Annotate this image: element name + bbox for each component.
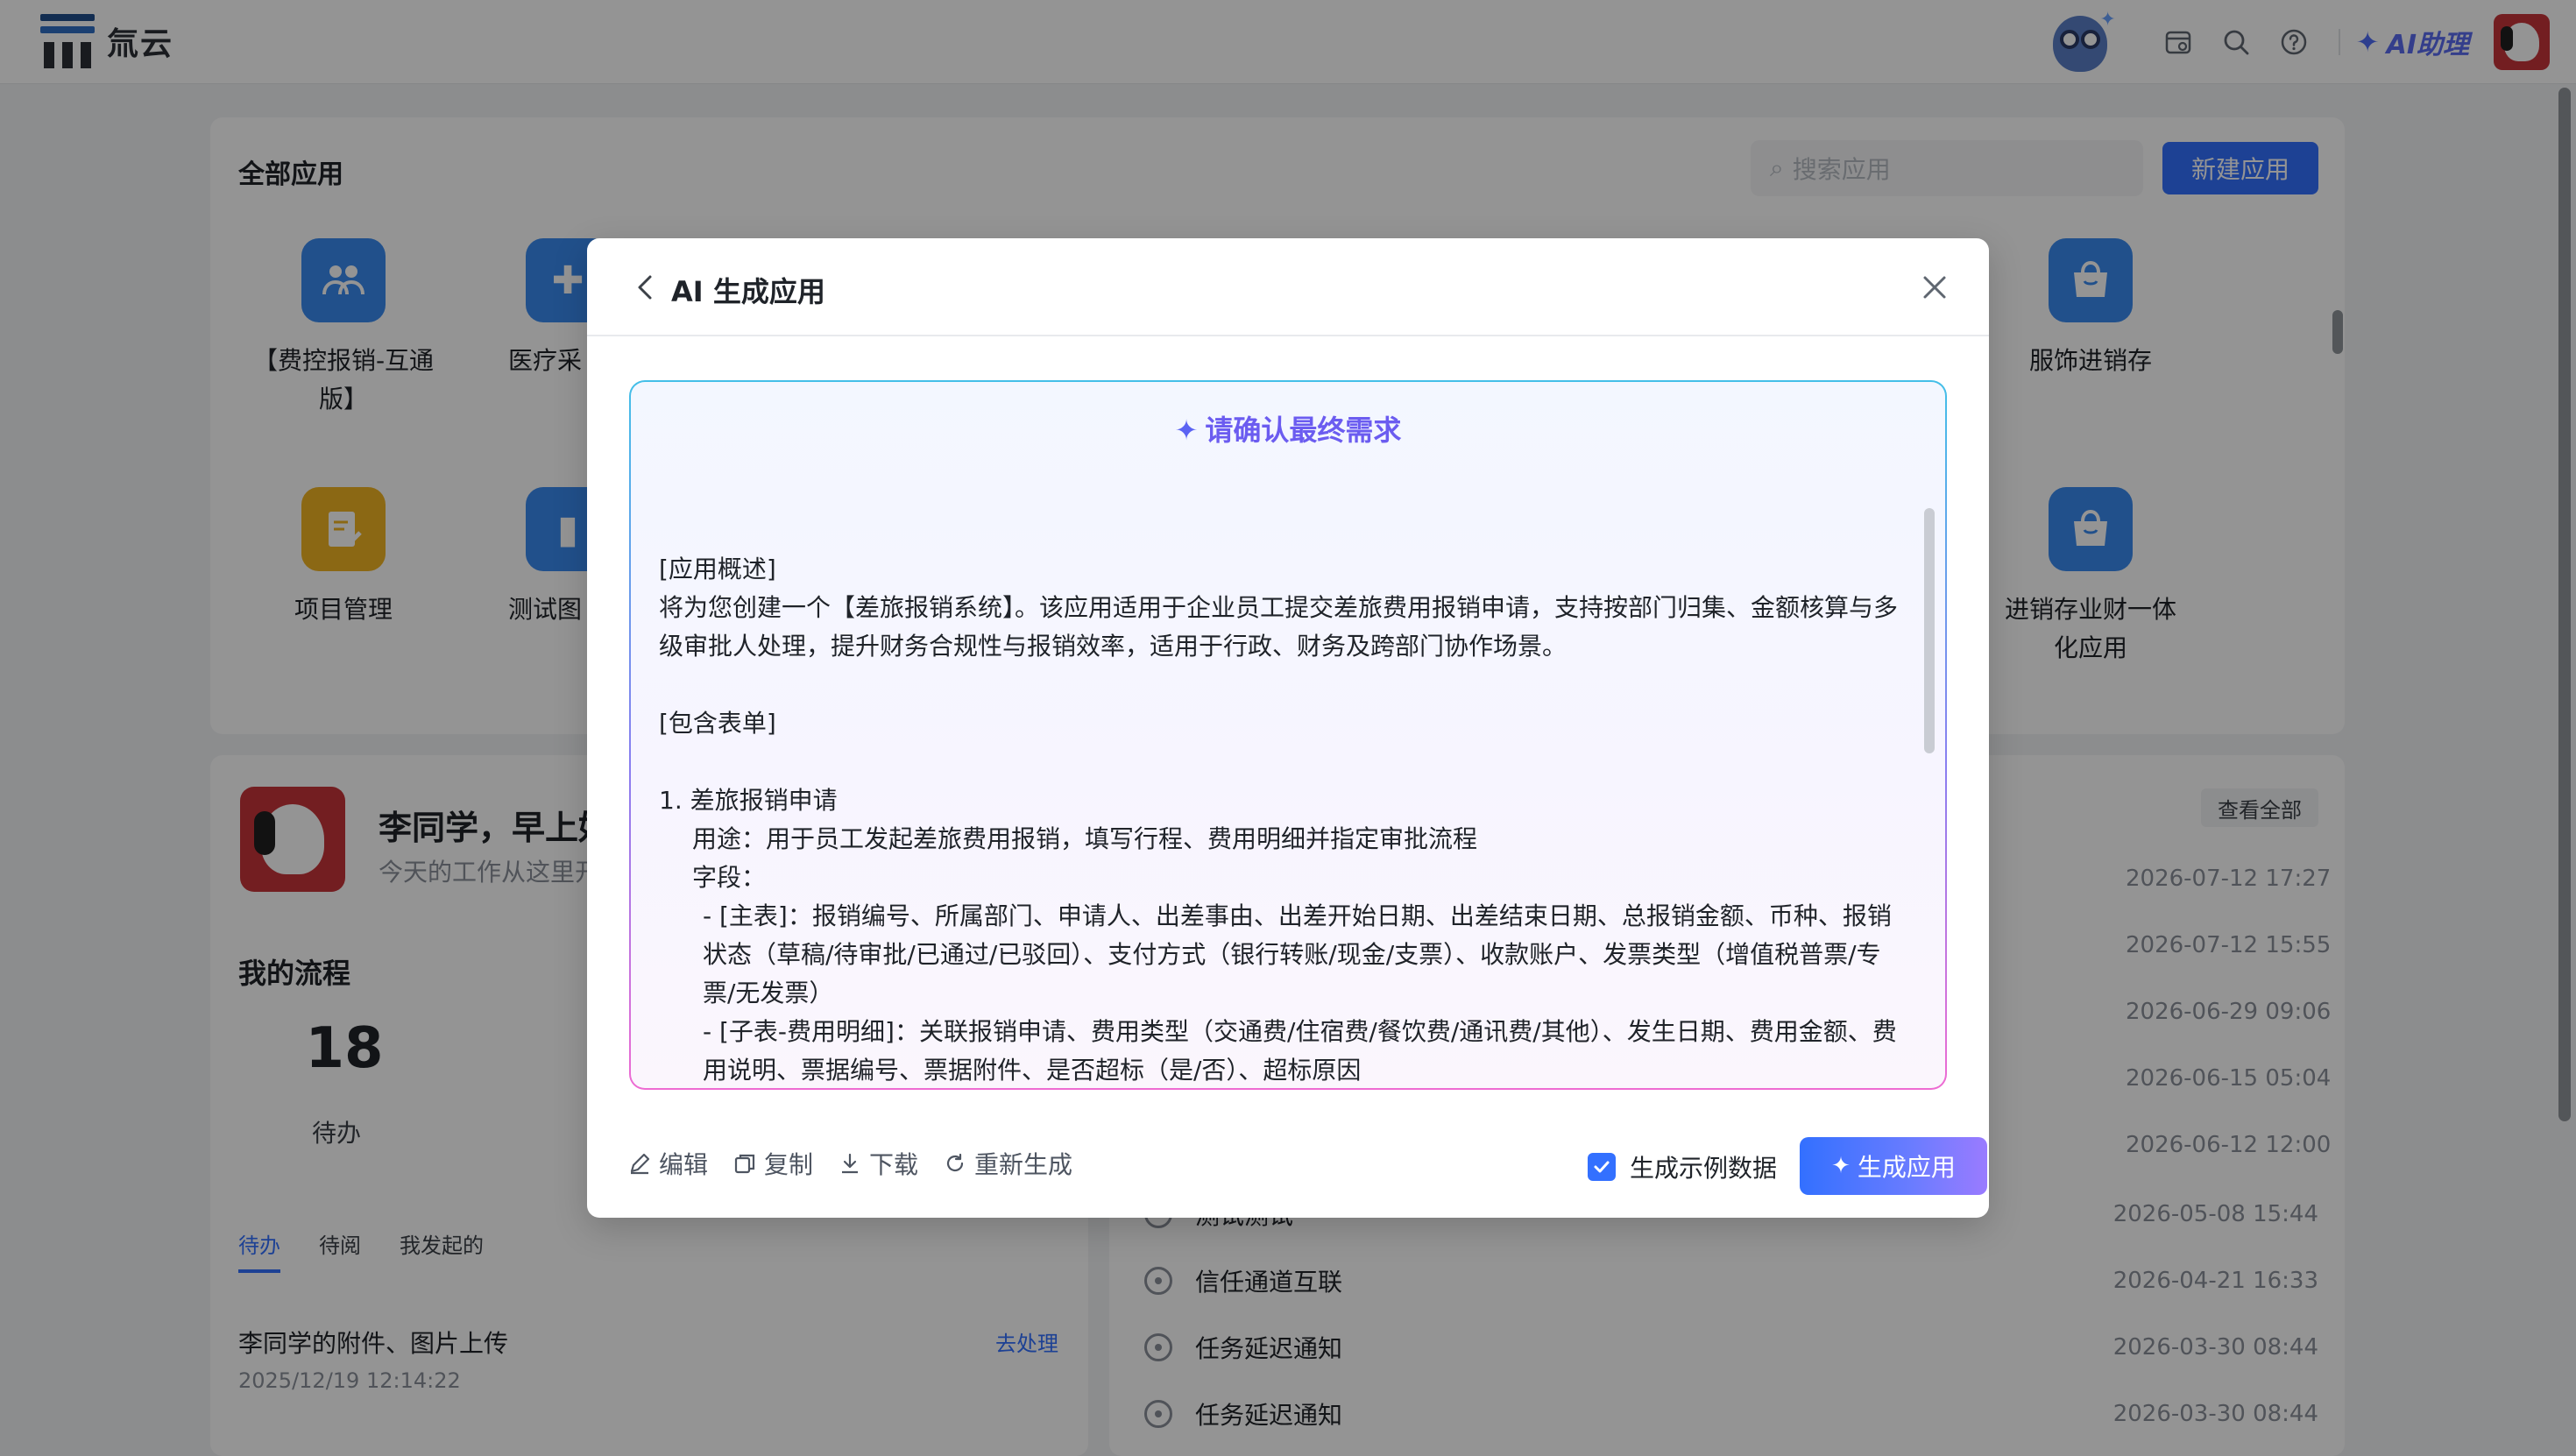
requirement-heading: ✦ 请确认最终需求	[631, 408, 1945, 449]
requirement-box: ✦ 请确认最终需求 [应用概述] 将为您创建一个【差旅报销系统】。该应用适用于企业员…	[629, 380, 1947, 1090]
regenerate-button[interactable]: 重新生成	[943, 1146, 1072, 1181]
requirement-line	[659, 666, 1908, 704]
dialog-title: AI 生成应用	[671, 275, 825, 308]
requirement-line	[659, 512, 1908, 550]
generate-app-label: 生成应用	[1857, 1153, 1956, 1182]
requirement-line	[659, 743, 1908, 781]
close-icon[interactable]	[1915, 268, 1954, 307]
download-icon	[838, 1151, 862, 1176]
download-label: 下载	[869, 1150, 919, 1179]
requirement-line: - [子表-费用明细]：关联报销申请、费用类型（交通费/住宿费/餐饮费/通讯费/…	[703, 1017, 1897, 1085]
edit-icon	[627, 1151, 652, 1176]
dialog-footer: 编辑 复制 下载 重新生成 生成示例数据 ✦ 生成应用	[627, 1137, 1987, 1195]
footer-actions: 编辑 复制 下载 重新生成	[627, 1146, 1097, 1181]
sparkle-icon: ✦	[1174, 413, 1199, 447]
download-button[interactable]: 下载	[838, 1146, 918, 1181]
sparkle-icon: ✦	[1831, 1153, 1851, 1179]
copy-button[interactable]: 复制	[732, 1146, 813, 1181]
generate-app-button[interactable]: ✦ 生成应用	[1800, 1137, 1987, 1195]
requirement-line: [包含表单]	[659, 709, 776, 738]
regenerate-label: 重新生成	[974, 1150, 1073, 1179]
checkmark-icon[interactable]	[1588, 1153, 1616, 1181]
back-icon[interactable]	[627, 268, 662, 307]
edit-label: 编辑	[659, 1150, 709, 1179]
requirement-content[interactable]: [应用概述] 将为您创建一个【差旅报销系统】。该应用适用于企业员工提交差旅费用报销…	[659, 512, 1908, 1088]
edit-button[interactable]: 编辑	[627, 1146, 708, 1181]
requirement-line: 用途：用于员工发起差旅费用报销，填写行程、费用明细并指定审批流程	[692, 824, 1478, 853]
requirement-line: 1. 差旅报销申请	[659, 786, 838, 815]
sample-data-checkbox[interactable]: 生成示例数据	[1588, 1149, 1777, 1184]
ai-generate-app-dialog: AI 生成应用 ✦ 请确认最终需求 [应用概述] 将为您创建一个【差旅报销系统】。该…	[587, 238, 1989, 1218]
refresh-icon	[943, 1151, 967, 1176]
requirement-scrollbar[interactable]	[1924, 508, 1935, 753]
requirement-line: [应用概述]	[659, 555, 776, 583]
requirement-line: - [主表]：报销编号、所属部门、申请人、出差事由、出差开始日期、出差结束日期、…	[703, 901, 1892, 1007]
copy-label: 复制	[764, 1150, 814, 1179]
requirement-heading-text: 请确认最终需求	[1205, 413, 1402, 447]
requirement-line: 将为您创建一个【差旅报销系统】。该应用适用于企业员工提交差旅费用报销申请，支持按…	[659, 593, 1899, 661]
requirement-line: 字段：	[692, 863, 767, 892]
dialog-header: AI 生成应用	[587, 238, 1989, 336]
copy-icon	[732, 1151, 757, 1176]
sample-data-label: 生成示例数据	[1630, 1154, 1778, 1183]
